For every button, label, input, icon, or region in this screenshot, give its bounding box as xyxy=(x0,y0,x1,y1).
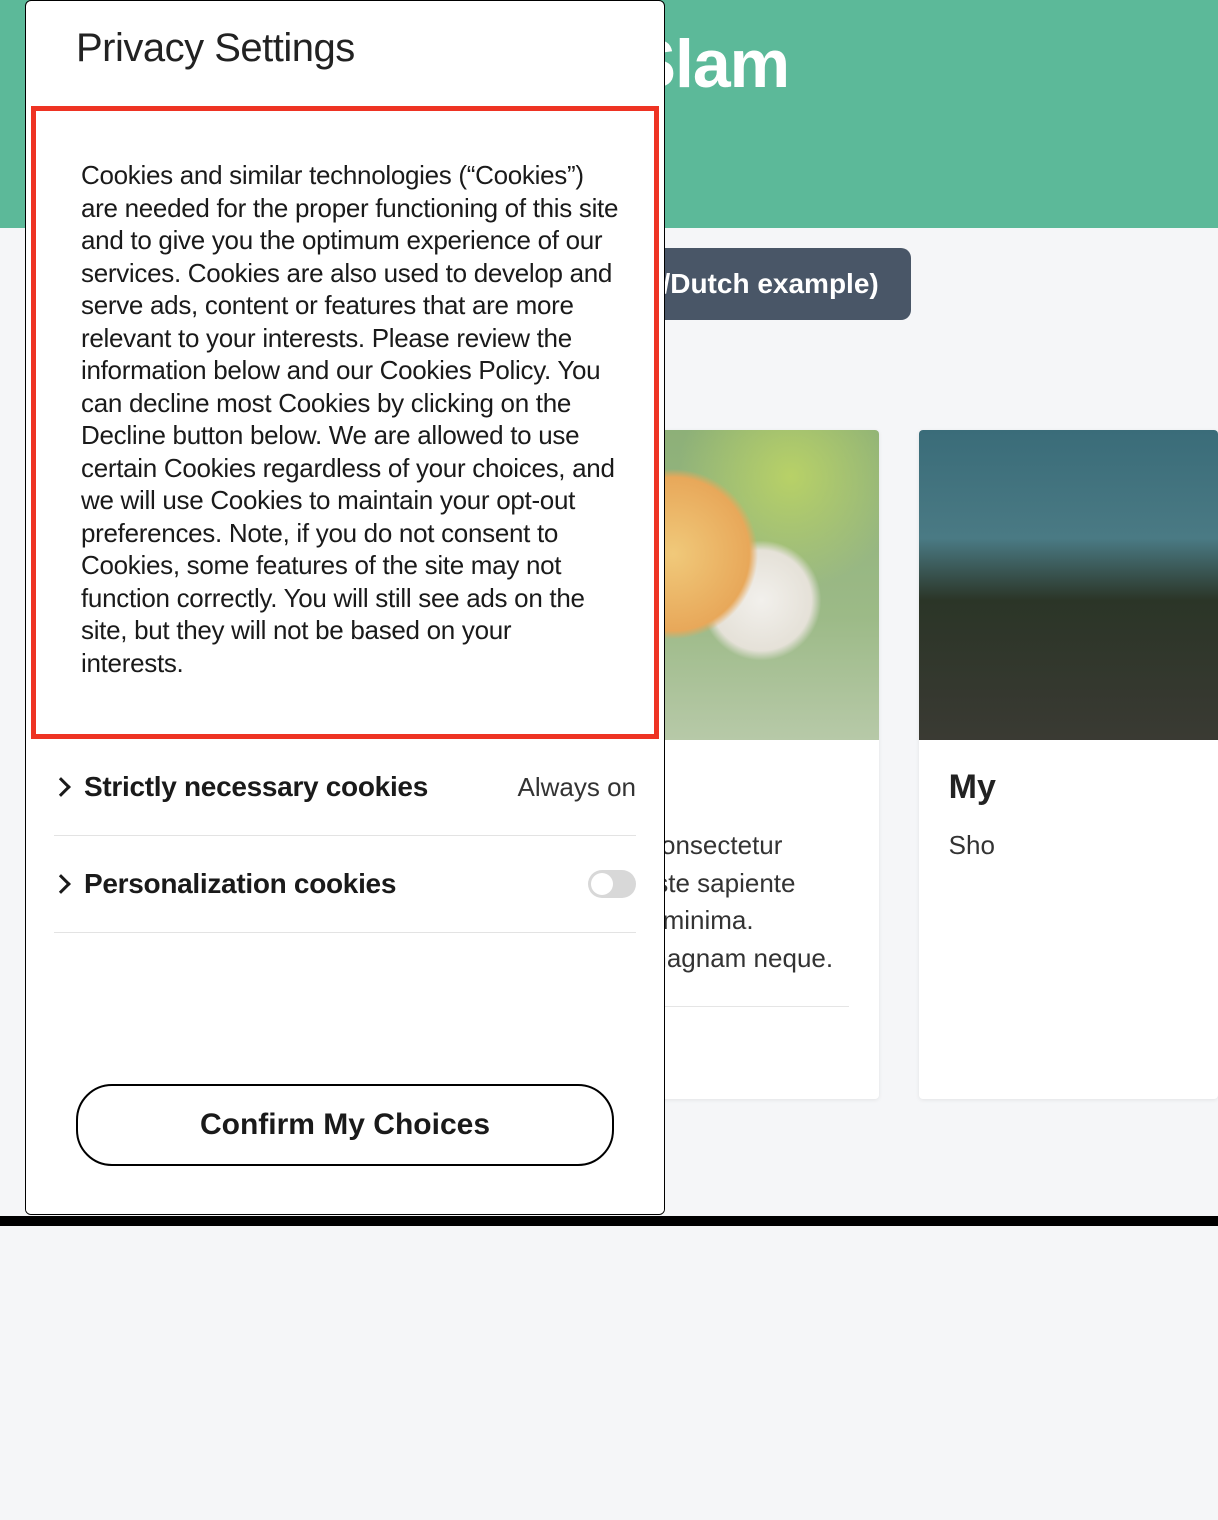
toggle-knob xyxy=(591,873,613,895)
intro-text: Cookies and similar technologies (“Cooki… xyxy=(81,159,619,679)
card-title: My xyxy=(949,768,1218,807)
toggle-personalization[interactable] xyxy=(588,870,636,898)
article-card[interactable]: My Sho xyxy=(919,430,1218,1099)
cookie-categories: Strictly necessary cookies Always on Per… xyxy=(26,739,664,1044)
category-label: Strictly necessary cookies xyxy=(84,771,428,803)
intro-highlight: Cookies and similar technologies (“Cooki… xyxy=(31,106,659,739)
category-personalization[interactable]: Personalization cookies xyxy=(54,836,636,933)
privacy-modal: Privacy Settings Cookies and similar tec… xyxy=(25,0,665,1215)
card-image-trees xyxy=(919,430,1218,740)
category-label: Personalization cookies xyxy=(84,868,396,900)
card-text: Sho xyxy=(949,827,1218,865)
chevron-right-icon xyxy=(51,777,71,797)
frame-border xyxy=(0,1216,1218,1226)
confirm-button[interactable]: Confirm My Choices xyxy=(76,1084,614,1166)
chevron-right-icon xyxy=(51,874,71,894)
modal-footer: Confirm My Choices xyxy=(26,1044,664,1214)
category-status: Always on xyxy=(518,772,637,803)
modal-header: Privacy Settings xyxy=(26,1,664,106)
category-strictly-necessary[interactable]: Strictly necessary cookies Always on xyxy=(54,739,636,836)
modal-title: Privacy Settings xyxy=(76,26,614,71)
